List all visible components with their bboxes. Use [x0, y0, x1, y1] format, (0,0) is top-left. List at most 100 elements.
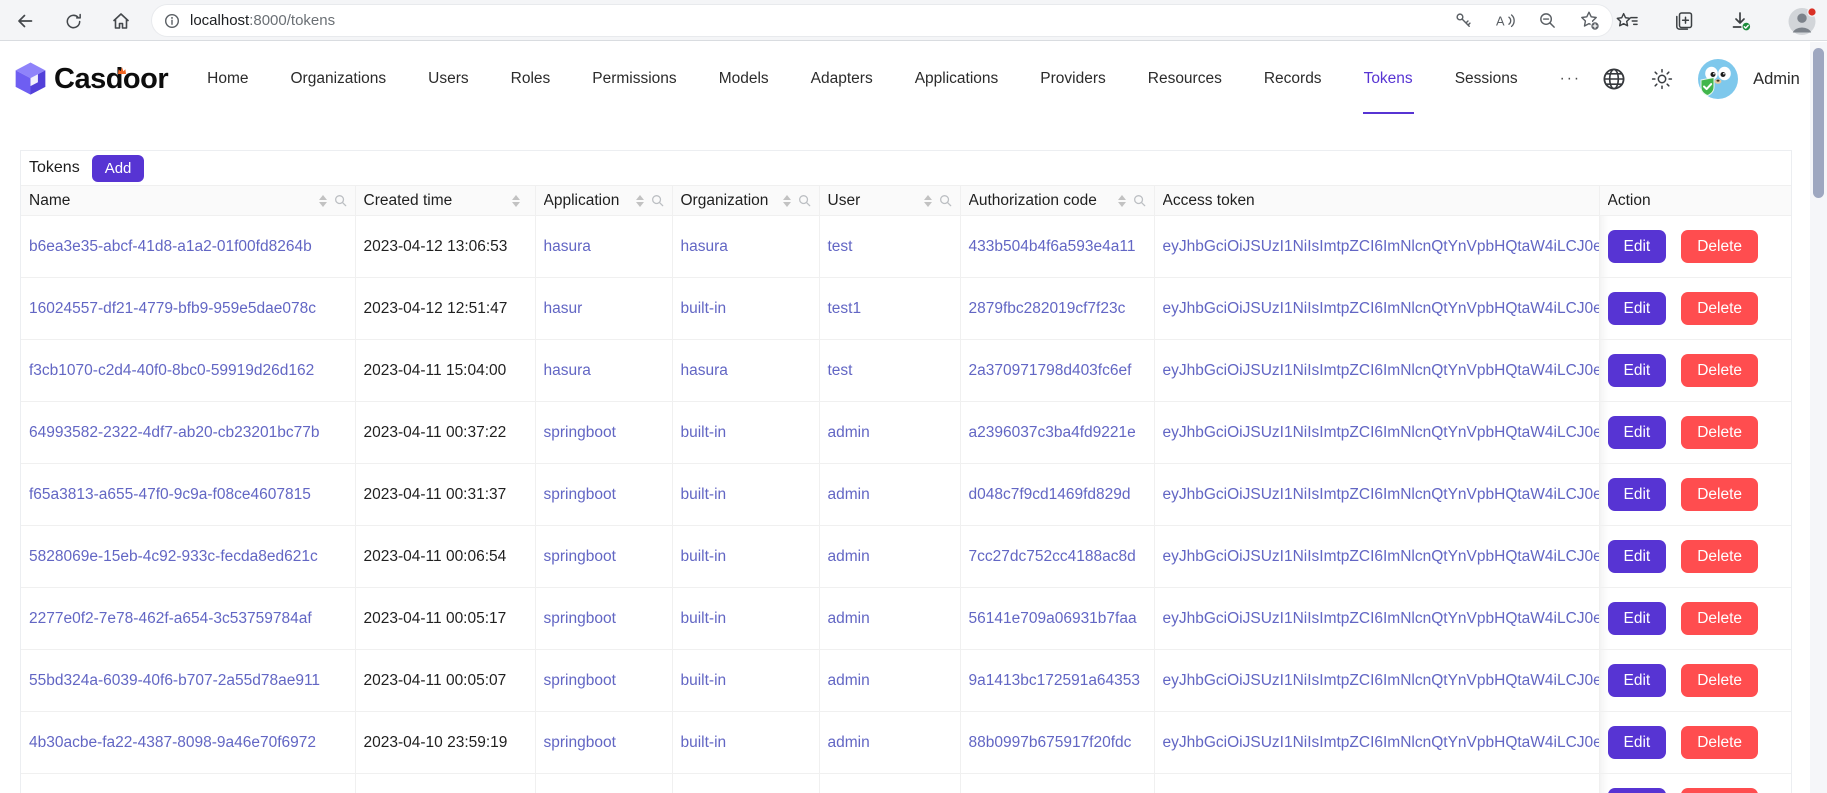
delete-button[interactable]: Delete	[1681, 354, 1758, 387]
column-sorter[interactable]	[319, 195, 327, 207]
delete-button[interactable]: Delete	[1681, 230, 1758, 263]
browser-home-button[interactable]	[110, 10, 132, 32]
nav-item-resources[interactable]: Resources	[1127, 42, 1243, 116]
access_token-link[interactable]: eyJhbGciOiJSUzI1NiIsImtpZCI6ImNlcnQtYnVp…	[1163, 734, 1600, 751]
user-link[interactable]: test	[828, 238, 853, 255]
name-link[interactable]: f65a3813-a655-47f0-9c9a-f08ce4607815	[29, 486, 311, 503]
browser-back-button[interactable]	[14, 10, 36, 32]
user-link[interactable]: admin	[828, 734, 870, 751]
nav-more-button[interactable]: ···	[1539, 70, 1603, 88]
column-sorter[interactable]	[1118, 195, 1126, 207]
access_token-link[interactable]: eyJhbGciOiJSUzI1NiIsImtpZCI6ImNlcnQtYnVp…	[1163, 362, 1600, 379]
name-link[interactable]: 64993582-2322-4df7-ab20-cb23201bc77b	[29, 424, 319, 441]
downloads-button[interactable]	[1730, 11, 1752, 32]
delete-button[interactable]: Delete	[1681, 292, 1758, 325]
organization-link[interactable]: hasura	[681, 238, 728, 255]
nav-item-models[interactable]: Models	[698, 42, 790, 116]
nav-item-organizations[interactable]: Organizations	[270, 42, 408, 116]
edit-button[interactable]: Edit	[1608, 230, 1667, 263]
user-link[interactable]: test1	[828, 300, 862, 317]
delete-button[interactable]: Delete	[1681, 416, 1758, 449]
edit-button[interactable]: Edit	[1608, 416, 1667, 449]
application-link[interactable]: springboot	[544, 734, 616, 751]
nav-item-records[interactable]: Records	[1243, 42, 1343, 116]
user-link[interactable]: admin	[828, 672, 870, 689]
name-link[interactable]: 55bd324a-6039-40f6-b707-2a55d78ae911	[29, 672, 320, 689]
account-menu[interactable]: Admin	[1698, 59, 1827, 99]
authorization_code-link[interactable]: a2396037c3ba4fd9221e	[969, 424, 1136, 441]
name-link[interactable]: 2277e0f2-7e78-462f-a654-3c53759784af	[29, 610, 312, 627]
edit-button[interactable]: Edit	[1608, 726, 1667, 759]
application-link[interactable]: hasur	[544, 300, 583, 317]
column-search-button[interactable]	[334, 194, 347, 207]
authorization_code-link[interactable]: 7cc27dc752cc4188ac8d	[969, 548, 1136, 565]
organization-link[interactable]: built-in	[681, 424, 727, 441]
column-sorter[interactable]	[636, 195, 644, 207]
nav-item-sessions[interactable]: Sessions	[1434, 42, 1539, 116]
access_token-link[interactable]: eyJhbGciOiJSUzI1NiIsImtpZCI6ImNlcnQtYnVp…	[1163, 300, 1600, 317]
user-link[interactable]: admin	[828, 486, 870, 503]
access_token-link[interactable]: eyJhbGciOiJSUzI1NiIsImtpZCI6ImNlcnQtYnVp…	[1163, 548, 1600, 565]
delete-button[interactable]: Delete	[1681, 540, 1758, 573]
saved-passwords-button[interactable]	[1454, 11, 1473, 30]
language-button[interactable]	[1602, 67, 1626, 91]
organization-link[interactable]: built-in	[681, 548, 727, 565]
user-link[interactable]: admin	[828, 424, 870, 441]
brand-logo[interactable]: Casdoor	[14, 61, 168, 97]
organization-link[interactable]: built-in	[681, 486, 727, 503]
nav-item-roles[interactable]: Roles	[490, 42, 572, 116]
nav-item-home[interactable]: Home	[186, 42, 269, 116]
add-token-button[interactable]: Add	[92, 155, 145, 182]
zoom-out-button[interactable]	[1538, 11, 1557, 30]
column-search-button[interactable]	[939, 194, 952, 207]
delete-button[interactable]: Delete	[1681, 478, 1758, 511]
name-link[interactable]: 5828069e-15eb-4c92-933c-fecda8ed621c	[29, 548, 318, 565]
nav-item-adapters[interactable]: Adapters	[790, 42, 894, 116]
application-link[interactable]: springboot	[544, 672, 616, 689]
collections-button[interactable]	[1674, 11, 1694, 31]
nav-item-users[interactable]: Users	[407, 42, 489, 116]
organization-link[interactable]: built-in	[681, 300, 727, 317]
organization-link[interactable]: built-in	[681, 672, 727, 689]
authorization_code-link[interactable]: 56141e709a06931b7faa	[969, 610, 1137, 627]
nav-item-permissions[interactable]: Permissions	[571, 42, 697, 116]
delete-button[interactable]: Delete	[1681, 602, 1758, 635]
access_token-link[interactable]: eyJhbGciOiJSUzI1NiIsImtpZCI6ImNlcnQtYnVp…	[1163, 610, 1600, 627]
delete-button[interactable]: Delete	[1681, 788, 1758, 793]
column-sorter[interactable]	[783, 195, 791, 207]
access_token-link[interactable]: eyJhbGciOiJSUzI1NiIsImtpZCI6ImNlcnQtYnVp…	[1163, 486, 1600, 503]
name-link[interactable]: f3cb1070-c2d4-40f0-8bc0-59919d26d162	[29, 362, 314, 379]
application-link[interactable]: springboot	[544, 424, 616, 441]
application-link[interactable]: hasura	[544, 362, 591, 379]
application-link[interactable]: springboot	[544, 548, 616, 565]
access_token-link[interactable]: eyJhbGciOiJSUzI1NiIsImtpZCI6ImNlcnQtYnVp…	[1163, 424, 1600, 441]
edit-button[interactable]: Edit	[1608, 540, 1667, 573]
edit-button[interactable]: Edit	[1608, 664, 1667, 697]
organization-link[interactable]: hasura	[681, 362, 728, 379]
nav-item-providers[interactable]: Providers	[1019, 42, 1126, 116]
edit-button[interactable]: Edit	[1608, 788, 1667, 793]
access_token-link[interactable]: eyJhbGciOiJSUzI1NiIsImtpZCI6ImNlcnQtYnVp…	[1163, 238, 1600, 255]
name-link[interactable]: b6ea3e35-abcf-41d8-a1a2-01f00fd8264b	[29, 238, 312, 255]
user-link[interactable]: admin	[828, 548, 870, 565]
favorites-button[interactable]	[1615, 11, 1638, 31]
edit-button[interactable]: Edit	[1608, 478, 1667, 511]
application-link[interactable]: springboot	[544, 486, 616, 503]
authorization_code-link[interactable]: d048c7f9cd1469fd829d	[969, 486, 1131, 503]
column-search-button[interactable]	[1133, 194, 1146, 207]
read-aloud-button[interactable]: A	[1495, 11, 1516, 30]
authorization_code-link[interactable]: 433b504b4f6a593e4a11	[969, 238, 1136, 255]
application-link[interactable]: springboot	[544, 610, 616, 627]
edit-button[interactable]: Edit	[1608, 602, 1667, 635]
user-link[interactable]: admin	[828, 610, 870, 627]
authorization_code-link[interactable]: 2a370971798d403fc6ef	[969, 362, 1132, 379]
nav-item-applications[interactable]: Applications	[894, 42, 1020, 116]
organization-link[interactable]: built-in	[681, 734, 727, 751]
column-search-button[interactable]	[798, 194, 811, 207]
column-search-button[interactable]	[651, 194, 664, 207]
edit-button[interactable]: Edit	[1608, 292, 1667, 325]
browser-refresh-button[interactable]	[62, 10, 84, 32]
authorization_code-link[interactable]: 88b0997b675917f20fdc	[969, 734, 1132, 751]
name-link[interactable]: 4b30acbe-fa22-4387-8098-9a46e70f6972	[29, 734, 316, 751]
name-link[interactable]: 16024557-df21-4779-bfb9-959e5dae078c	[29, 300, 316, 317]
